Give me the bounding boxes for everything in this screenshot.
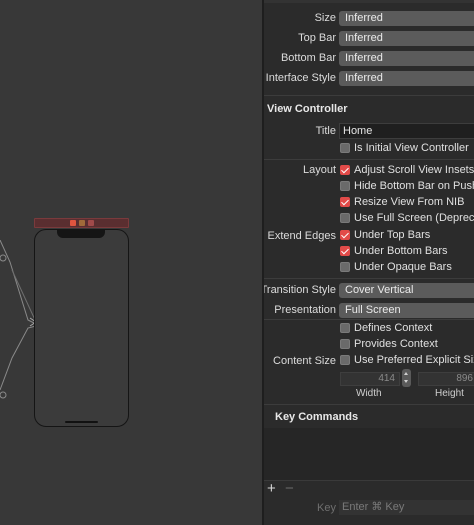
under-bottom-bars-checkbox[interactable] [340, 246, 350, 256]
top-bar-label: Top Bar [298, 32, 336, 44]
preferred-explicit-size-label[interactable]: Use Preferred Explicit Size [354, 354, 474, 366]
size-row: Size Inferred [264, 9, 474, 27]
is-initial-checkbox[interactable] [340, 143, 350, 153]
adjust-scroll-insets-label[interactable]: Adjust Scroll View Insets [354, 164, 474, 176]
remove-icon[interactable]: − [285, 480, 294, 497]
size-popup[interactable]: Inferred [339, 11, 474, 26]
size-label: Size [314, 12, 336, 24]
provides-context-checkbox[interactable] [340, 339, 350, 349]
section-separator [264, 159, 474, 160]
defines-context-label[interactable]: Defines Context [354, 322, 432, 334]
transition-style-popup[interactable]: Cover Vertical [339, 283, 474, 298]
is-initial-label[interactable]: Is Initial View Controller [354, 142, 469, 154]
bottom-bar-row: Bottom Bar Inferred [264, 49, 474, 67]
resize-view-from-nib-checkbox[interactable] [340, 197, 350, 207]
inspector-top-edge [264, 0, 474, 3]
width-stepper[interactable] [402, 369, 411, 387]
section-separator [264, 404, 474, 405]
resize-view-from-nib-label[interactable]: Resize View From NIB [354, 196, 464, 208]
transition-style-label: Transition Style [264, 284, 336, 296]
device-notch [57, 230, 105, 238]
layout-label: Layout [302, 164, 336, 176]
use-full-screen-checkbox[interactable] [340, 213, 350, 223]
presentation-row: Presentation Full Screen [264, 301, 474, 319]
key-input[interactable]: Enter ⌘ Key [339, 500, 474, 515]
interface-style-popup[interactable]: Inferred [339, 71, 474, 86]
key-row: Key Enter ⌘ Key [264, 498, 474, 518]
under-bottom-bars-label[interactable]: Under Bottom Bars [354, 245, 448, 257]
under-top-bars-label[interactable]: Under Top Bars [354, 229, 430, 241]
transition-style-row: Transition Style Cover Vertical [264, 281, 474, 299]
bottom-bar-popup[interactable]: Inferred [339, 51, 474, 66]
key-commands-toolbar: + − [264, 480, 474, 497]
presentation-label: Presentation [274, 304, 336, 316]
content-size-label: Content Size [273, 355, 336, 367]
title-field[interactable]: Home [339, 123, 474, 139]
bottom-bar-label: Bottom Bar [280, 52, 336, 64]
top-bar-row: Top Bar Inferred [264, 29, 474, 47]
preferred-explicit-size-checkbox[interactable] [340, 355, 350, 365]
hide-bottom-bar-checkbox[interactable] [340, 181, 350, 191]
use-full-screen-label[interactable]: Use Full Screen (Deprecated) [354, 212, 474, 224]
under-opaque-bars-label[interactable]: Under Opaque Bars [354, 261, 452, 273]
storyboard-canvas[interactable] [0, 0, 262, 525]
view-controller-section-title: View Controller [267, 103, 348, 115]
exit-icon[interactable] [88, 220, 94, 226]
scene-dock-bar[interactable] [34, 218, 129, 228]
first-responder-icon[interactable] [79, 220, 85, 226]
add-icon[interactable]: + [267, 480, 276, 497]
key-label: Key [317, 502, 336, 514]
view-controller-icon[interactable] [70, 220, 76, 226]
iphone-scene-preview[interactable] [34, 229, 129, 427]
width-field[interactable]: 414 [340, 372, 400, 386]
section-separator [264, 319, 474, 320]
defines-context-checkbox[interactable] [340, 323, 350, 333]
home-indicator [65, 421, 98, 423]
extend-edges-label: Extend Edges [267, 230, 337, 242]
interface-style-label: Interface Style [265, 72, 336, 84]
height-caption: Height [435, 388, 464, 399]
provides-context-label[interactable]: Provides Context [354, 338, 438, 350]
title-label: Title [315, 125, 336, 137]
section-separator [264, 278, 474, 279]
attributes-inspector: Size Inferred Top Bar Inferred Bottom Ba… [264, 0, 474, 525]
section-separator [264, 95, 474, 96]
presentation-popup[interactable]: Full Screen [339, 303, 474, 318]
under-opaque-bars-checkbox[interactable] [340, 262, 350, 272]
width-caption: Width [356, 388, 382, 399]
height-field[interactable]: 896 [418, 372, 474, 386]
interface-style-row: Interface Style Inferred [264, 69, 474, 87]
adjust-scroll-insets-checkbox[interactable] [340, 165, 350, 175]
top-bar-popup[interactable]: Inferred [339, 31, 474, 46]
under-top-bars-checkbox[interactable] [340, 230, 350, 240]
key-commands-list[interactable] [264, 428, 474, 480]
key-commands-section-title: Key Commands [275, 411, 359, 423]
hide-bottom-bar-label[interactable]: Hide Bottom Bar on Push [354, 180, 474, 192]
title-row: Title Home [264, 122, 474, 140]
